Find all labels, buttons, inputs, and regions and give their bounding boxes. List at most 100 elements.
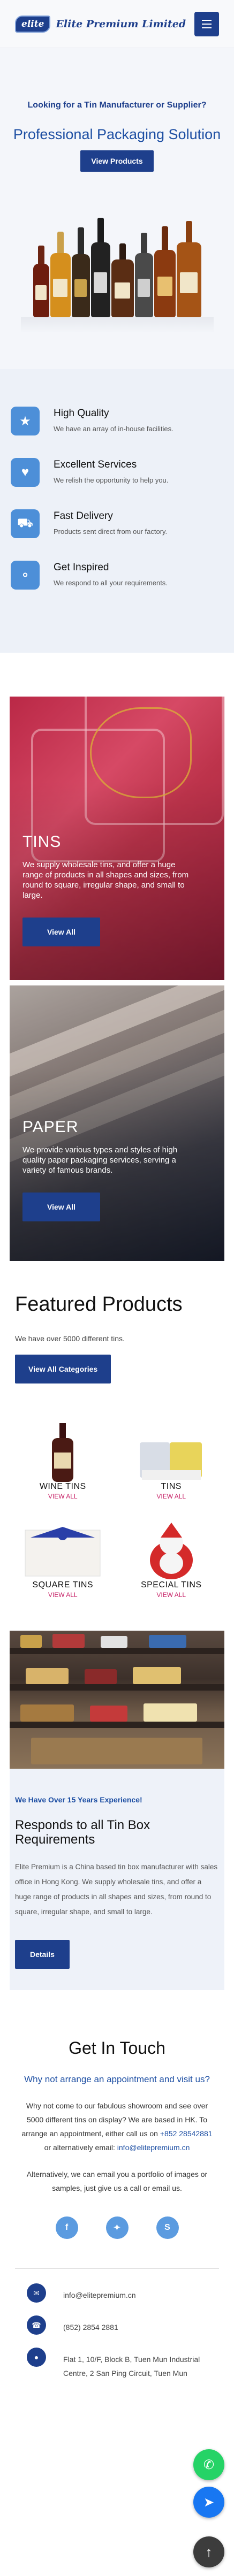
contact-text: or alternatively email: (44, 2143, 115, 2152)
shelf-item (26, 1668, 69, 1684)
product-card[interactable]: WINE TINS VIEW ALL (15, 1419, 111, 1500)
category-card-tins[interactable]: TINS We supply wholesale tins, and offer… (10, 697, 224, 980)
logo-text: Elite Premium Limited (56, 18, 186, 30)
menu-icon-bar (202, 27, 212, 28)
truck-icon: ⛟ (11, 509, 40, 538)
feature-title: High Quality (54, 408, 109, 419)
contact-phone: (852) 2854 2881 (63, 2323, 118, 2332)
twitter-icon[interactable]: ✦ (105, 2216, 129, 2239)
contact-email-row[interactable]: ✉ info@elitepremium.cn (27, 2283, 219, 2303)
view-all-paper-button[interactable]: View All (22, 1193, 100, 1221)
contact-address: Flat 1, 10/F, Block B, Tuen Mun Industri… (63, 2355, 200, 2378)
feature-title: Get Inspired (54, 562, 109, 573)
feature-title: Fast Delivery (54, 510, 113, 522)
shelf-item (52, 1634, 85, 1648)
site-header: elite Elite Premium Limited (0, 0, 234, 48)
product-grid: WINE TINS VIEW ALL TINS VIEW ALL ​ SQUAR… (15, 1419, 219, 1599)
shelf-item (20, 1635, 42, 1648)
feature-item: ⛟ Fast Delivery Products sent direct fro… (11, 509, 234, 538)
shelf-item (149, 1635, 186, 1648)
product-view-all-link[interactable]: VIEW ALL (15, 1591, 111, 1599)
about-title: Responds to all Tin Box Requirements (15, 1818, 150, 1847)
feature-item: ★ High Quality We have an array of in-ho… (11, 407, 234, 435)
contact-subtitle: Why not arrange an appointment and visit… (24, 2074, 210, 2084)
feature-text: Products sent direct from our factory. (54, 528, 168, 536)
category-content: PAPER We provide various types and style… (22, 1118, 212, 1221)
view-products-button[interactable]: View Products (80, 150, 154, 172)
shelf-item (90, 1706, 127, 1722)
product-card[interactable]: TINS VIEW ALL (124, 1419, 220, 1500)
shelf (10, 1722, 224, 1728)
shelf-item (144, 1703, 197, 1722)
certificate-icon: ★ (11, 407, 40, 435)
feature-item: ⚬ Get Inspired We respond to all your re… (11, 561, 234, 590)
feature-text: We respond to all your requirements. (54, 579, 168, 587)
contact-address-row: ● Flat 1, 10/F, Block B, Tuen Mun Indust… (27, 2348, 219, 2380)
menu-icon (202, 19, 212, 21)
product-card[interactable]: SPECIAL TINS VIEW ALL (124, 1517, 220, 1599)
shelf-item (133, 1667, 181, 1684)
product-name: TINS (161, 1482, 182, 1491)
shelf-item (101, 1636, 127, 1648)
contact-email: info@elitepremium.cn (63, 2291, 136, 2299)
skype-icon[interactable]: S (156, 2216, 179, 2239)
logo-badge: elite (15, 15, 51, 33)
phone-link[interactable]: +852 28542881 (160, 2129, 213, 2138)
map-marker-icon: ● (27, 2348, 46, 2367)
feature-text: We have an array of in-house facilities. (54, 425, 173, 433)
email-link[interactable]: info@elitepremium.cn (117, 2143, 190, 2152)
view-all-categories-button[interactable]: View All Categories (15, 1355, 111, 1383)
featured-products-section: Featured Products We have over 5000 diff… (0, 1261, 234, 1599)
special-tin-image (124, 1517, 220, 1580)
handshake-icon: ♥ (11, 458, 40, 487)
shelf-item (20, 1704, 74, 1722)
about-section: We Have Over 15 Years Experience! Respon… (10, 1769, 224, 1990)
feature-item: ♥ Excellent Services We relish the oppor… (11, 458, 234, 487)
feature-text: We relish the opportunity to help you. (54, 476, 169, 484)
feature-title: Excellent Services (54, 459, 137, 470)
contact-paragraph-2: Alternatively, we can email you a portfo… (26, 2170, 208, 2192)
hero-title: Professional Packaging Solution (13, 126, 221, 142)
wine-tin-image (15, 1419, 111, 1482)
showroom-image (10, 1631, 224, 1769)
product-view-all-link[interactable]: VIEW ALL (124, 1591, 220, 1599)
product-card[interactable]: ​ SQUARE TINS VIEW ALL (15, 1517, 111, 1599)
menu-icon-bar (202, 23, 212, 25)
phone-icon: ☎ (27, 2315, 46, 2335)
product-view-all-link[interactable]: VIEW ALL (124, 1493, 220, 1500)
logo[interactable]: elite Elite Premium Limited (15, 15, 186, 33)
category-content: TINS We supply wholesale tins, and offer… (22, 833, 212, 946)
about-text: Elite Premium is a China based tin box m… (15, 1863, 218, 1916)
hamburger-menu-button[interactable] (194, 11, 219, 36)
view-all-tins-button[interactable]: View All (22, 918, 100, 946)
tins-image (124, 1419, 220, 1482)
featured-text: We have over 5000 different tins. (15, 1334, 125, 1343)
product-name: WINE TINS (39, 1482, 86, 1491)
hero-bottles-image (17, 194, 217, 317)
hero-kicker: Looking for a Tin Manufacturer or Suppli… (27, 101, 207, 110)
messenger-icon[interactable]: ➤ (193, 2487, 224, 2518)
shelf (10, 1684, 224, 1691)
contact-paragraph: Why not come to our fabulous showroom an… (18, 2099, 216, 2154)
category-text: We provide various types and styles of h… (22, 1145, 178, 1175)
envelope-icon: ✉ (27, 2283, 46, 2303)
contact-phone-row[interactable]: ☎ (852) 2854 2881 (27, 2315, 219, 2335)
showroom-table (31, 1738, 202, 1764)
product-name: SPECIAL TINS (140, 1580, 202, 1589)
social-links: f ✦ S (18, 2216, 216, 2239)
hero-reflection (20, 317, 214, 333)
square-tin-image: ​ (15, 1517, 111, 1580)
featured-title: Featured Products (15, 1293, 183, 1316)
whatsapp-icon[interactable]: ✆ (193, 2449, 224, 2480)
arrow-up-icon[interactable]: ↑ (193, 2536, 224, 2567)
category-text: We supply wholesale tins, and offer a hu… (22, 860, 189, 900)
shelf-item (85, 1669, 117, 1684)
contact-section: Get In Touch Why not arrange an appointm… (0, 1990, 234, 2239)
product-view-all-link[interactable]: VIEW ALL (15, 1493, 111, 1500)
details-button[interactable]: Details (15, 1940, 70, 1969)
about-kicker: We Have Over 15 Years Experience! (15, 1795, 142, 1804)
features-section: ★ High Quality We have an array of in-ho… (0, 369, 234, 653)
facebook-icon[interactable]: f (55, 2216, 78, 2239)
contact-title: Get In Touch (69, 2038, 165, 2058)
category-card-paper[interactable]: PAPER We provide various types and style… (10, 985, 224, 1261)
